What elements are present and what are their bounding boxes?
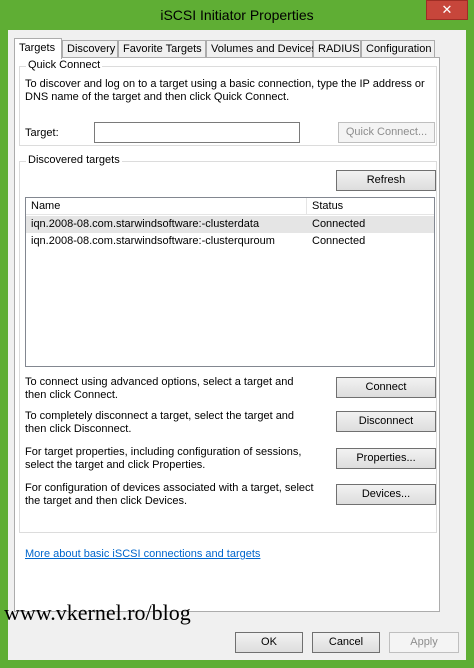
cancel-button[interactable]: Cancel	[312, 632, 380, 653]
window-title: iSCSI Initiator Properties	[160, 7, 314, 23]
quick-connect-description: To discover and log on to a target using…	[25, 78, 425, 103]
target-name-cell: iqn.2008-08.com.starwindsoftware:-cluste…	[31, 235, 275, 247]
quick-connect-label: Quick Connect	[26, 59, 103, 71]
disconnect-button[interactable]: Disconnect	[336, 411, 436, 432]
target-status-cell: Connected	[312, 218, 366, 230]
dialog-window: iSCSI Initiator Properties ✕ Targets Dis…	[0, 0, 474, 668]
ok-button[interactable]: OK	[235, 632, 303, 653]
tab-configuration[interactable]: Configuration	[361, 40, 435, 58]
column-header-status[interactable]: Status	[307, 198, 435, 215]
discovered-targets-label: Discovered targets	[26, 154, 122, 166]
close-button[interactable]: ✕	[426, 0, 468, 20]
tab-radius[interactable]: RADIUS	[313, 40, 361, 58]
devices-description: For configuration of devices associated …	[25, 482, 314, 507]
table-row[interactable]: iqn.2008-08.com.starwindsoftware:-cluste…	[26, 233, 434, 250]
target-input[interactable]	[94, 122, 300, 143]
tab-volumes-and-devices[interactable]: Volumes and Devices	[206, 40, 317, 58]
discovered-targets-group: Discovered targets Refresh Name Status i…	[19, 154, 437, 533]
connect-description: To connect using advanced options, selec…	[25, 376, 294, 401]
dialog-client: Targets Discovery Favorite Targets Volum…	[8, 30, 466, 660]
target-status-cell: Connected	[312, 235, 366, 247]
refresh-button[interactable]: Refresh	[336, 170, 436, 191]
tab-favorite-targets[interactable]: Favorite Targets	[118, 40, 206, 58]
targets-panel: Quick Connect To discover and log on to …	[14, 57, 440, 612]
apply-button[interactable]: Apply	[389, 632, 459, 653]
target-name-cell: iqn.2008-08.com.starwindsoftware:-cluste…	[31, 218, 260, 230]
table-row[interactable]: iqn.2008-08.com.starwindsoftware:-cluste…	[26, 216, 434, 233]
tab-targets[interactable]: Targets	[14, 38, 62, 59]
tab-discovery[interactable]: Discovery	[62, 40, 118, 58]
watermark-text: www.vkernel.ro/blog	[4, 600, 191, 625]
quick-connect-group: Quick Connect To discover and log on to …	[19, 59, 437, 146]
listview-header: Name Status	[26, 198, 434, 215]
help-link[interactable]: More about basic iSCSI connections and t…	[25, 548, 260, 560]
targets-listview[interactable]: Name Status iqn.2008-08.com.starwindsoft…	[25, 197, 435, 367]
target-label: Target:	[25, 127, 59, 139]
connect-button[interactable]: Connect	[336, 377, 436, 398]
properties-description: For target properties, including configu…	[25, 446, 302, 471]
quick-connect-button[interactable]: Quick Connect...	[338, 122, 435, 143]
title-bar[interactable]: iSCSI Initiator Properties ✕	[0, 0, 474, 30]
disconnect-description: To completely disconnect a target, selec…	[25, 410, 295, 435]
column-header-name[interactable]: Name	[26, 198, 307, 215]
properties-button[interactable]: Properties...	[336, 448, 436, 469]
devices-button[interactable]: Devices...	[336, 484, 436, 505]
close-icon: ✕	[441, 2, 453, 17]
